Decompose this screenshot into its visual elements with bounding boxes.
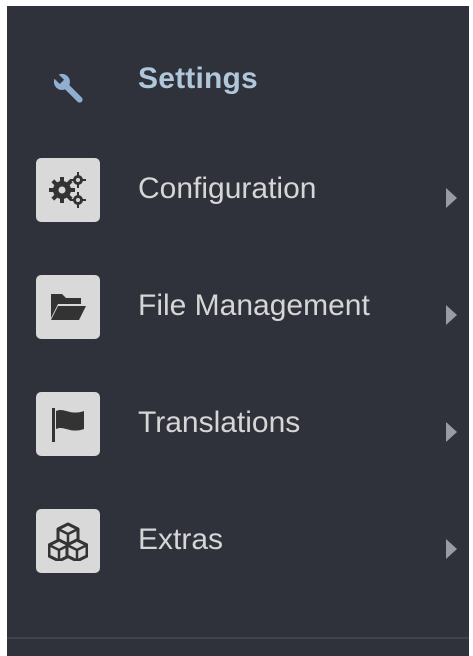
settings-header[interactable]: Settings xyxy=(7,50,469,122)
extras-icon-tile xyxy=(36,509,100,573)
chevron-right-icon xyxy=(446,188,457,208)
menu-item-label: Extras xyxy=(138,523,224,556)
gears-icon xyxy=(49,172,86,208)
menu-item-label: Configuration xyxy=(138,172,317,205)
menu-item-extras[interactable]: Extras xyxy=(7,509,469,595)
settings-title: Settings xyxy=(138,62,258,95)
cubes-icon xyxy=(48,522,88,561)
file-management-icon-tile xyxy=(36,275,100,339)
menu-item-configuration[interactable]: Configuration xyxy=(7,158,469,244)
menu-item-translations[interactable]: Translations xyxy=(7,392,469,478)
menu-item-label: Translations xyxy=(138,406,301,439)
translations-icon-tile xyxy=(36,392,100,456)
flag-icon xyxy=(52,408,84,442)
configuration-icon-tile xyxy=(36,158,100,222)
chevron-right-icon xyxy=(446,305,457,325)
settings-menu-panel: Settings Configuration File Management T… xyxy=(7,6,469,656)
chevron-right-icon xyxy=(446,422,457,442)
menu-item-file-management[interactable]: File Management xyxy=(7,275,469,361)
chevron-right-icon xyxy=(446,539,457,559)
divider xyxy=(7,637,469,639)
menu-item-label: File Management xyxy=(138,289,370,322)
folder-open-icon xyxy=(51,294,86,320)
wrench-icon xyxy=(53,73,83,103)
